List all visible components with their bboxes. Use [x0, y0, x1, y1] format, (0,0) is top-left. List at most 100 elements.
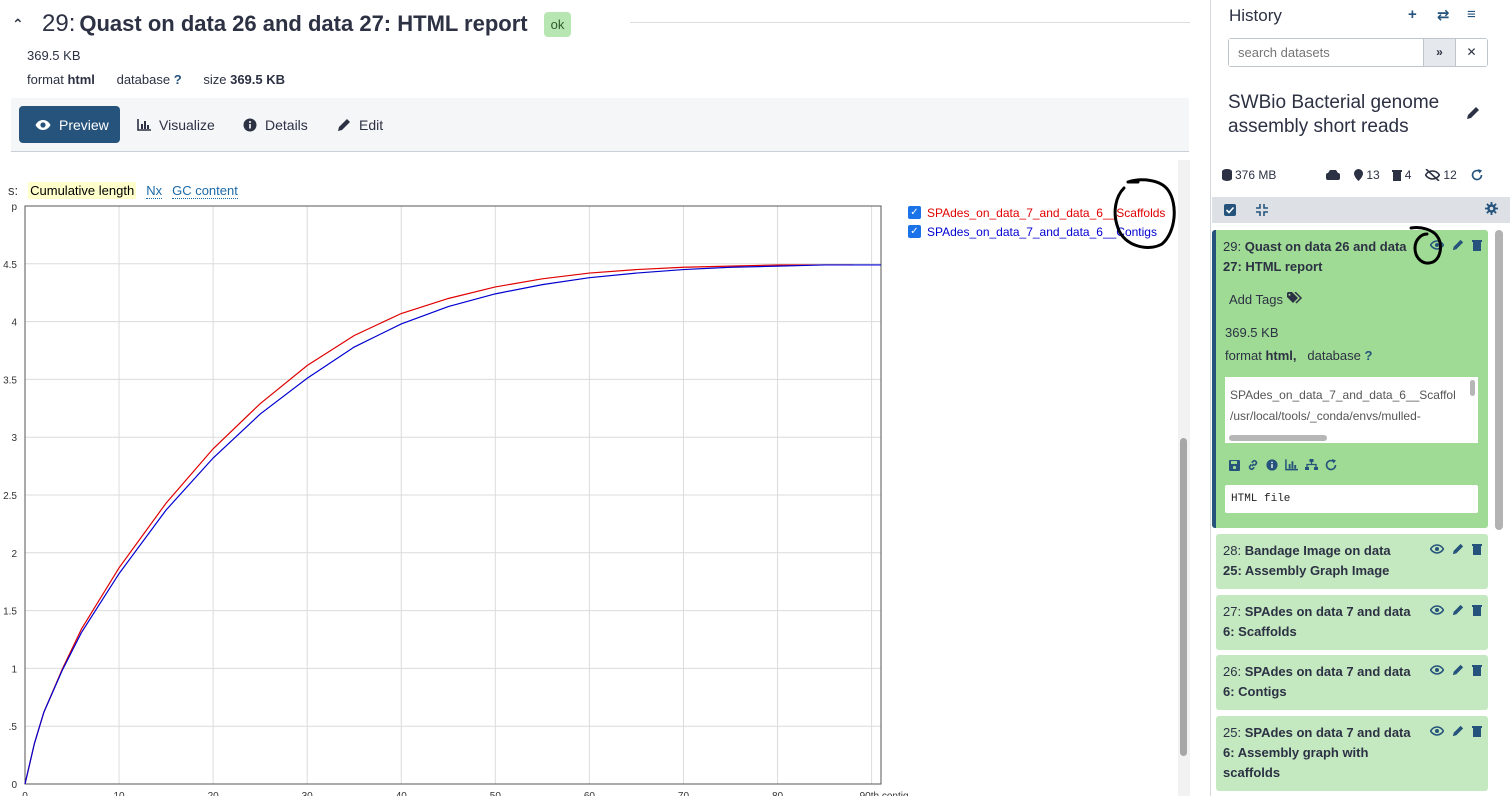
- expanded-database-label: database: [1307, 348, 1361, 363]
- switch-history-icon[interactable]: ⇄: [1437, 6, 1450, 24]
- visualize-button[interactable]: Visualize: [121, 106, 231, 143]
- dataset-title-row: ⌃ 29: Quast on data 26 and data 27: HTML…: [12, 8, 572, 40]
- search-input[interactable]: [1229, 39, 1423, 66]
- dataset-title: Quast on data 26 and data 27: HTML repor…: [79, 11, 528, 36]
- legend-item-scaffolds[interactable]: ✓ SPAdes_on_data_7_and_data_6__Scaffolds: [908, 203, 1165, 222]
- hdd-icon[interactable]: [1326, 170, 1341, 180]
- rerun-icon[interactable]: [1325, 458, 1337, 476]
- history-scrollbar-thumb[interactable]: [1495, 230, 1503, 530]
- details-label: Details: [265, 116, 308, 133]
- x-tick-label: 50: [490, 791, 502, 796]
- history-header: History: [1229, 6, 1282, 25]
- pencil-icon[interactable]: [1452, 663, 1464, 681]
- eye-icon[interactable]: [1429, 603, 1445, 621]
- eye-icon[interactable]: [1429, 663, 1445, 681]
- edit-button[interactable]: Edit: [321, 106, 399, 143]
- chart-bar-icon: [137, 118, 151, 131]
- checkbox-checked-icon[interactable]: ✓: [908, 225, 921, 238]
- eye-icon[interactable]: [1429, 724, 1445, 742]
- history-item-expanded[interactable]: 29: Quast on data 26 and data 27: HTML r…: [1212, 230, 1488, 528]
- tab-nx[interactable]: Nx: [146, 183, 163, 199]
- y-tick-label: 1.5: [3, 607, 17, 618]
- legend-item-contigs[interactable]: ✓ SPAdes_on_data_7_and_data_6__Contigs: [908, 222, 1165, 241]
- info-circle-icon[interactable]: [1266, 458, 1278, 476]
- info-circle-icon: [243, 118, 257, 132]
- history-item-title: 26: SPAdes on data 7 and data 6: Contigs: [1223, 662, 1413, 702]
- menu-icon[interactable]: ≡: [1467, 6, 1476, 23]
- trash-icon[interactable]: [1472, 238, 1482, 256]
- refresh-icon[interactable]: [1471, 169, 1483, 181]
- map-marker-icon: [1354, 169, 1364, 181]
- hidden-count[interactable]: 12: [1425, 168, 1457, 182]
- save-icon[interactable]: [1229, 458, 1240, 476]
- trash-icon[interactable]: [1472, 603, 1482, 621]
- dataset-peek[interactable]: SPAdes_on_data_7_and_data_6__Scaffol /us…: [1225, 377, 1478, 443]
- plus-icon[interactable]: +: [1408, 6, 1417, 23]
- database-value[interactable]: ?: [174, 72, 182, 87]
- tab-gc-content[interactable]: GC content: [172, 183, 238, 199]
- preview-scrollbar-thumb[interactable]: [1180, 438, 1187, 756]
- expanded-format-label: format: [1225, 348, 1262, 363]
- visualize-label: Visualize: [159, 116, 215, 133]
- format-label: format: [27, 72, 64, 87]
- add-tags[interactable]: Add Tags: [1229, 291, 1303, 307]
- x-tick-label: 70: [678, 791, 690, 796]
- history-item-title: 28: Bandage Image on data 25: Assembly G…: [1223, 541, 1413, 581]
- shown-count[interactable]: 13: [1354, 168, 1380, 182]
- pencil-icon[interactable]: [1452, 542, 1464, 560]
- peek-vertical-scrollbar[interactable]: [1470, 380, 1475, 396]
- x-tick-label: 80: [772, 791, 784, 796]
- format-value: html: [67, 72, 95, 87]
- gear-icon[interactable]: [1485, 202, 1498, 220]
- checkbox-checked-icon[interactable]: ✓: [908, 206, 921, 219]
- trash-icon[interactable]: [1472, 724, 1482, 742]
- pencil-icon: [337, 118, 351, 132]
- legend-label-contigs: SPAdes_on_data_7_and_data_6__Contigs: [927, 224, 1157, 239]
- chart-bar-icon[interactable]: [1285, 458, 1298, 476]
- history-item-hid: 28:: [1223, 543, 1242, 558]
- history-item[interactable]: 27: SPAdes on data 7 and data 6: Scaffol…: [1216, 595, 1488, 650]
- history-search: » ✕: [1228, 38, 1488, 67]
- pencil-icon[interactable]: [1452, 724, 1464, 742]
- collapse-all-icon[interactable]: [1256, 203, 1268, 221]
- preview-button[interactable]: Preview: [19, 106, 120, 143]
- pencil-icon[interactable]: [1466, 106, 1480, 125]
- y-tick-label: 2: [11, 549, 17, 560]
- history-item[interactable]: 26: SPAdes on data 7 and data 6: Contigs: [1216, 655, 1488, 710]
- details-button[interactable]: Details: [227, 106, 324, 143]
- link-icon[interactable]: [1247, 458, 1259, 476]
- select-all-icon[interactable]: [1224, 203, 1236, 221]
- add-tags-label: Add Tags: [1229, 292, 1283, 307]
- history-size[interactable]: 376 MB: [1222, 168, 1276, 182]
- history-item-title: 27: SPAdes on data 7 and data 6: Scaffol…: [1223, 602, 1413, 642]
- advanced-search-toggle-icon[interactable]: »: [1423, 39, 1455, 66]
- expanded-database-value[interactable]: ?: [1365, 348, 1373, 363]
- eye-icon[interactable]: [1429, 238, 1445, 256]
- y-tick-label: .5: [9, 722, 18, 733]
- x-tick-label: 20: [208, 791, 220, 796]
- edit-label: Edit: [359, 116, 384, 133]
- history-list-toolbar: [1212, 197, 1510, 223]
- tab-cumulative-length[interactable]: Cumulative length: [28, 182, 137, 199]
- collapse-icon[interactable]: ⌃: [12, 17, 26, 31]
- pencil-icon[interactable]: [1452, 603, 1464, 621]
- pencil-icon[interactable]: [1452, 238, 1464, 256]
- x-tick-label: 60: [584, 791, 596, 796]
- history-item-hid: 26:: [1223, 664, 1242, 679]
- clear-search-icon[interactable]: ✕: [1455, 39, 1487, 66]
- x-tick-label: 90th contig: [860, 791, 909, 796]
- trash-icon[interactable]: [1472, 542, 1482, 560]
- history-item-name: SPAdes on data 7 and data 6: Scaffolds: [1223, 604, 1411, 639]
- expanded-actions: [1229, 458, 1337, 476]
- trash-icon[interactable]: [1472, 663, 1482, 681]
- deleted-count[interactable]: 4: [1391, 168, 1411, 182]
- history-item[interactable]: 25: SPAdes on data 7 and data 6: Assembl…: [1216, 716, 1488, 791]
- history-name: SWBio Bacterial genome assembly short re…: [1228, 92, 1440, 137]
- sitemap-icon[interactable]: [1305, 458, 1318, 476]
- dataset-meta: format html database ? size 369.5 KB: [27, 72, 285, 87]
- history-item-actions: [1429, 238, 1482, 256]
- cumulative-length-chart: 0 .5 1 1.5 2 2.5 3 3.5 4 4.5 p 0 10 20 30 40 50 60 70 80 90t…: [3, 202, 909, 796]
- history-item[interactable]: 28: Bandage Image on data 25: Assembly G…: [1216, 534, 1488, 589]
- peek-horizontal-scrollbar[interactable]: [1229, 435, 1327, 441]
- eye-icon[interactable]: [1429, 542, 1445, 560]
